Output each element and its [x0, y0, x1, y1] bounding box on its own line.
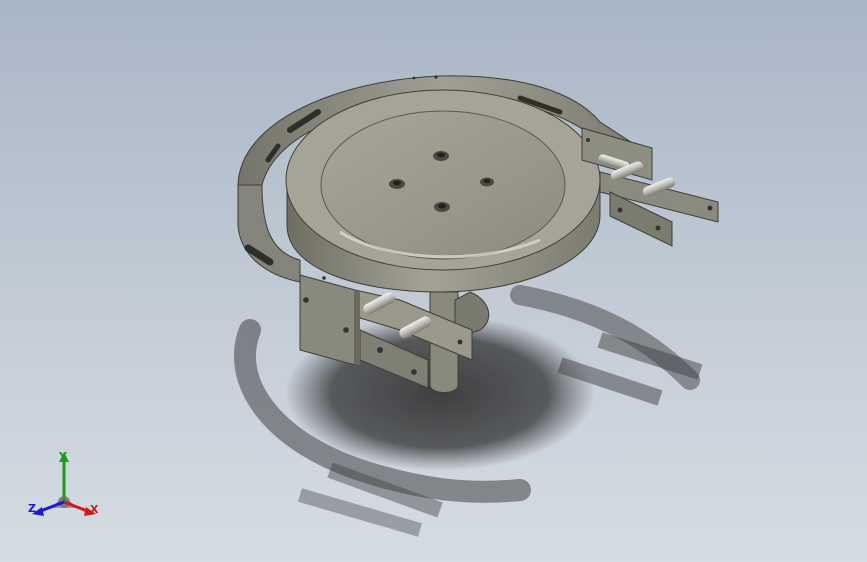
- model-render: [234, 75, 719, 537]
- z-axis-label: Z: [28, 502, 36, 515]
- right-chain-bracket[interactable]: [581, 127, 719, 247]
- y-axis-label: Y: [59, 450, 67, 463]
- graphics-viewport[interactable]: [0, 0, 867, 562]
- x-axis-label: X: [90, 503, 99, 516]
- orientation-triad[interactable]: X Y Z: [24, 446, 104, 526]
